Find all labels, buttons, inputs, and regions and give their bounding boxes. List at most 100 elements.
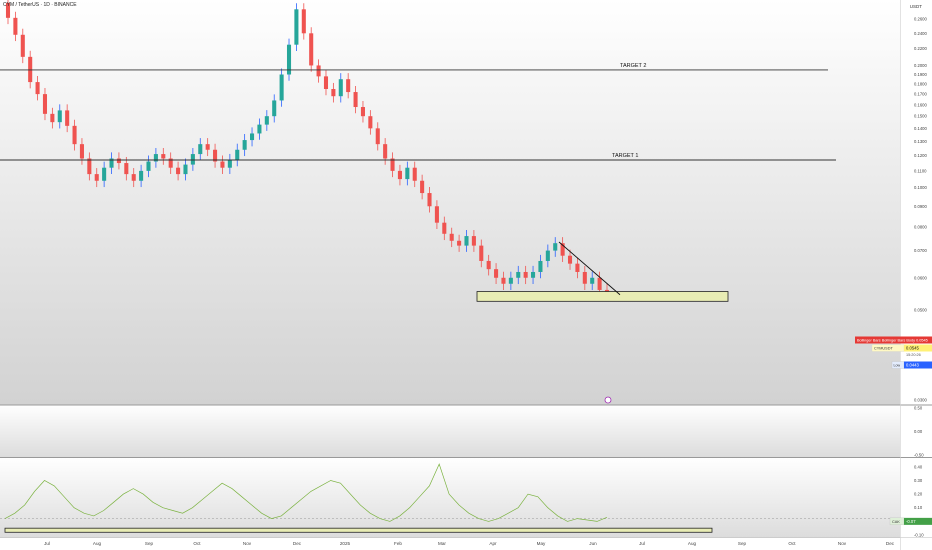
price-tag-label: Low: [894, 364, 901, 368]
candle-body: [508, 277, 513, 284]
candle-body: [87, 158, 92, 175]
price-axis-tick-label: 0.2400: [914, 31, 927, 36]
price-axis-tick-label: 0.1400: [914, 126, 927, 131]
x-axis-tick-label: Apr: [489, 541, 497, 546]
candle-body: [464, 236, 469, 246]
candle-body: [57, 110, 62, 123]
candle-body: [338, 79, 343, 97]
price-axis-tick-label: 0.2200: [914, 46, 927, 51]
price-axis-tick-label: 0.0300: [914, 398, 927, 403]
candle-body: [102, 167, 107, 181]
candle-body: [523, 271, 528, 278]
candle-body: [486, 260, 491, 270]
candle-body: [94, 174, 99, 181]
candle-body: [139, 170, 144, 181]
candle-body: [405, 167, 410, 180]
price-tag-value: 0.0443: [906, 363, 919, 368]
candle-body: [190, 154, 195, 165]
indicator-2-axis-tick-label: 0.20: [914, 492, 923, 497]
indicator-2-pane-background: [0, 458, 900, 538]
indicator-2-axis-tick-label: 0.10: [914, 505, 923, 510]
candle-body: [176, 167, 181, 175]
candle-body: [434, 206, 439, 223]
candle-body: [375, 128, 380, 145]
x-axis-tick-label: Nov: [838, 541, 847, 546]
event-marker-icon: [604, 396, 612, 404]
chart-canvas[interactable]: 0.2600 0.2400 0.2200 0.2000 0.1900 0.1800 0.17…: [0, 0, 932, 550]
price-pane-background: [0, 0, 900, 405]
candle-body: [116, 158, 121, 164]
x-axis-tick-label: 2025: [340, 541, 351, 546]
candle-body: [471, 236, 476, 246]
price-axis-tick-label: 0.0700: [914, 248, 927, 253]
price-axis-tick-label: 0.1800: [914, 82, 927, 87]
indicator-2-tag-value: -0.07: [906, 519, 916, 524]
candle-body: [597, 277, 602, 290]
x-axis-tick-label: Sep: [145, 541, 154, 546]
candle-body: [457, 240, 462, 246]
price-axis-tick-label: 0.1300: [914, 139, 927, 144]
price-axis-tick-label: 0.0800: [914, 225, 927, 230]
indicator-1-axis-tick-label: 0.50: [914, 406, 923, 411]
candle-body: [301, 9, 306, 34]
price-tag-label: Bollinger Bars Bollinger Bars Body 0.054…: [857, 339, 928, 343]
candle-body: [131, 174, 136, 181]
x-axis-tick-label: Oct: [193, 541, 201, 546]
candle-body: [20, 34, 25, 57]
price-axis-tick-label: 0.1500: [914, 114, 927, 119]
candle-body: [72, 125, 77, 145]
price-axis-tick-label: 0.0600: [914, 275, 927, 280]
candle-body: [346, 79, 351, 93]
candle-body: [146, 161, 151, 171]
price-axis-tick-label: 0.1700: [914, 92, 927, 97]
indicator-2-axis-tick-label: 0.30: [914, 478, 923, 483]
x-axis-tick-label: Aug: [93, 541, 102, 546]
candle-body: [449, 233, 454, 241]
target-level-label: TARGET 2: [620, 63, 646, 69]
candle-body: [590, 277, 595, 284]
indicator-1-axis-tick-label: 0.00: [914, 429, 923, 434]
price-axis-tick-label: 0.0900: [914, 204, 927, 209]
candle-body: [501, 277, 506, 284]
x-axis-tick-label: Mar: [438, 541, 446, 546]
candle-body: [220, 161, 225, 168]
support-zone: [476, 291, 729, 302]
candle-body: [279, 74, 284, 101]
candle-body: [35, 82, 40, 95]
candle-body: [242, 140, 247, 150]
price-axis-tick-label: 0.2000: [914, 63, 927, 68]
candle-body: [353, 92, 358, 108]
symbol-title: CYM / TetherUS · 1D · BINANCE: [3, 2, 77, 8]
price-tag-value: 0.0545: [906, 346, 919, 351]
x-axis-tick-label: Feb: [394, 541, 402, 546]
price-axis-tick-label: 0.1600: [914, 102, 927, 107]
candle-body: [235, 149, 240, 161]
candle-body: [567, 255, 573, 264]
x-axis-tick-label: Dec: [293, 541, 302, 546]
candle-body: [442, 222, 447, 234]
price-axis-tick-label: 0.1900: [914, 72, 927, 77]
candle-body: [531, 271, 536, 278]
candle-body: [360, 107, 365, 117]
price-tag-countdown: 15:20:26: [906, 353, 921, 357]
indicator-2-tag-label: CAK: [892, 520, 900, 524]
candle-body: [183, 164, 188, 175]
candle-body: [161, 154, 166, 159]
x-axis-tick-label: May: [537, 541, 546, 546]
price-tag-label: CYMUSDT: [874, 347, 893, 351]
candle-body: [427, 193, 432, 207]
candle-body: [257, 124, 262, 134]
candle-body: [50, 113, 55, 123]
x-axis-tick-label: Sep: [738, 541, 747, 546]
candle-body: [553, 243, 558, 251]
candle-body: [479, 245, 484, 261]
candle-body: [28, 56, 33, 83]
x-axis-tick-label: Nov: [243, 541, 252, 546]
candle-body: [545, 250, 550, 261]
candle-body: [198, 144, 203, 155]
candle-body: [516, 271, 521, 278]
indicator-1-pane-background: [0, 405, 900, 457]
candle-body: [272, 100, 277, 117]
currency-label: USDT: [909, 4, 922, 9]
x-axis-tick-label: Jul: [639, 541, 645, 546]
